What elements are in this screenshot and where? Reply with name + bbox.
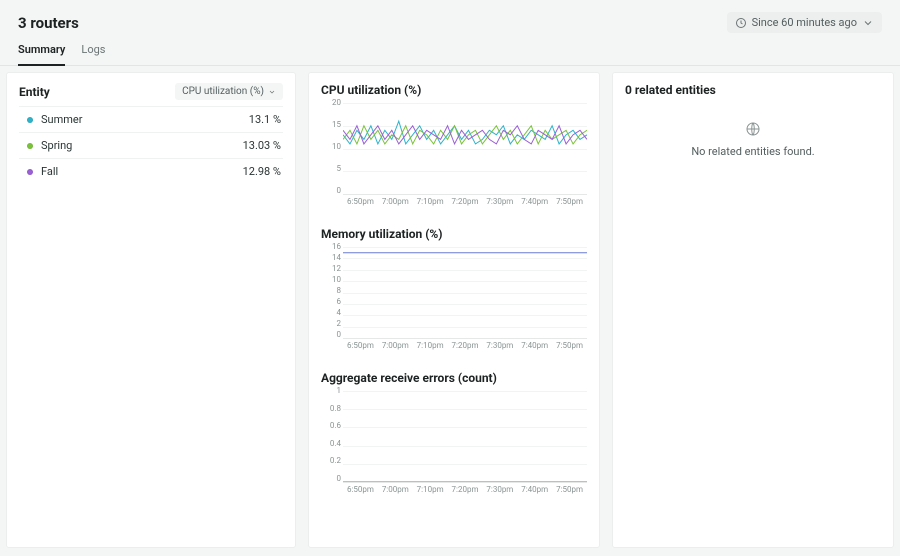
chart-frame: 10.80.60.40.206:50pm7:00pm7:10pm7:20pm7:…: [321, 387, 587, 497]
entity-row[interactable]: Fall12.98 %: [19, 158, 283, 184]
y-tick-label: 0.2: [321, 457, 341, 465]
entity-value: 13.1 %: [249, 113, 281, 126]
x-tick-label: 7:30pm: [482, 485, 517, 494]
y-tick-label: 4: [321, 309, 341, 317]
x-tick-label: 7:10pm: [413, 341, 448, 350]
y-tick-label: 20: [321, 99, 341, 107]
clock-icon: [735, 17, 747, 29]
y-tick-label: 10: [321, 143, 341, 151]
charts-panel: CPU utilization (%)201510506:50pm7:00pm7…: [308, 72, 600, 548]
x-axis-labels: 6:50pm7:00pm7:10pm7:20pm7:30pm7:40pm7:50…: [343, 195, 587, 206]
related-entities-title: 0 related entities: [625, 83, 881, 97]
x-tick-label: 7:50pm: [552, 341, 587, 350]
x-tick-label: 7:00pm: [378, 197, 413, 206]
x-tick-label: 7:20pm: [448, 197, 483, 206]
x-tick-label: 7:50pm: [552, 197, 587, 206]
x-tick-label: 7:20pm: [448, 341, 483, 350]
chart-block: Memory utilization (%) 16 14 12 10 8 6 4 2 06:50p…: [321, 227, 587, 353]
chart-title: Aggregate receive errors (count): [321, 371, 587, 385]
y-tick-label: 0: [321, 475, 341, 483]
y-axis-labels: 1 0.8 0.6 0.4 0.2 0: [321, 387, 341, 483]
x-tick-label: 7:50pm: [552, 485, 587, 494]
y-tick-label: 0: [321, 187, 341, 195]
content-row: Entity CPU utilization (%) Summer13.1 %S…: [0, 66, 900, 554]
related-entities-panel: 0 related entities No related entities f…: [612, 72, 894, 548]
y-axis-labels: 16 14 12 10 8 6 4 2 0: [321, 243, 341, 339]
entity-color-dot: [27, 143, 33, 149]
x-axis-labels: 6:50pm7:00pm7:10pm7:20pm7:30pm7:40pm7:50…: [343, 483, 587, 494]
entity-list: Summer13.1 %Spring13.03 %Fall12.98 %: [19, 106, 283, 184]
related-entities-empty-text: No related entities found.: [691, 145, 814, 158]
x-tick-label: 7:20pm: [448, 485, 483, 494]
series-line: [343, 121, 587, 144]
entity-name: Spring: [41, 139, 243, 152]
y-tick-label: 10: [321, 276, 341, 284]
x-tick-label: 6:50pm: [343, 197, 378, 206]
chart-frame: 201510506:50pm7:00pm7:10pm7:20pm7:30pm7:…: [321, 99, 587, 209]
chart-block: Aggregate receive errors (count) 1 0.8 0.6 0…: [321, 371, 587, 497]
time-range-picker[interactable]: Since 60 minutes ago: [727, 12, 882, 33]
y-tick-label: 0.8: [321, 405, 341, 413]
x-tick-label: 7:30pm: [482, 341, 517, 350]
tab-bar: Summary Logs: [0, 33, 900, 66]
y-tick-label: 14: [321, 254, 341, 262]
chart-block: CPU utilization (%)201510506:50pm7:00pm7…: [321, 83, 587, 209]
entity-panel-head: Entity CPU utilization (%): [19, 83, 283, 100]
x-tick-label: 6:50pm: [343, 485, 378, 494]
chart-svg: [343, 247, 587, 338]
entity-value: 12.98 %: [243, 165, 281, 178]
y-tick-label: 0: [321, 331, 341, 339]
entity-row[interactable]: Spring13.03 %: [19, 132, 283, 158]
metric-select-label: CPU utilization (%): [182, 86, 264, 97]
chart-title: CPU utilization (%): [321, 83, 587, 97]
x-tick-label: 7:30pm: [482, 197, 517, 206]
y-tick-label: 0.6: [321, 422, 341, 430]
x-tick-label: 7:00pm: [378, 485, 413, 494]
y-tick-label: 12: [321, 265, 341, 273]
y-tick-label: 0.4: [321, 440, 341, 448]
plot-area: [343, 391, 587, 483]
y-tick-label: 16: [321, 243, 341, 251]
chart-svg: [343, 391, 587, 482]
y-tick-label: 5: [321, 165, 341, 173]
x-tick-label: 6:50pm: [343, 341, 378, 350]
related-entities-empty: No related entities found.: [625, 121, 881, 158]
x-tick-label: 7:40pm: [517, 485, 552, 494]
plot-area: [343, 103, 587, 195]
page-title: 3 routers: [18, 14, 79, 32]
chart-frame: 16 14 12 10 8 6 4 2 06:50pm7:00pm7:10pm7:20pm7:3…: [321, 243, 587, 353]
x-tick-label: 7:10pm: [413, 485, 448, 494]
chart-title: Memory utilization (%): [321, 227, 587, 241]
y-axis-labels: 20 15 10 5 0: [321, 99, 341, 195]
entity-panel: Entity CPU utilization (%) Summer13.1 %S…: [6, 72, 296, 548]
entity-panel-title: Entity: [19, 85, 50, 99]
entity-color-dot: [27, 169, 33, 175]
x-tick-label: 7:40pm: [517, 197, 552, 206]
x-tick-label: 7:40pm: [517, 341, 552, 350]
chart-svg: [343, 103, 587, 194]
plot-area: [343, 247, 587, 339]
y-tick-label: 2: [321, 320, 341, 328]
y-tick-label: 15: [321, 121, 341, 129]
x-tick-label: 7:10pm: [413, 197, 448, 206]
x-tick-label: 7:00pm: [378, 341, 413, 350]
page-header: 3 routers Since 60 minutes ago: [0, 0, 900, 33]
y-tick-label: 6: [321, 298, 341, 306]
entity-row[interactable]: Summer13.1 %: [19, 106, 283, 132]
tab-summary[interactable]: Summary: [18, 43, 65, 66]
entity-color-dot: [27, 117, 33, 123]
chevron-down-icon: [862, 17, 874, 29]
metric-select[interactable]: CPU utilization (%): [175, 83, 283, 100]
entity-value: 13.03 %: [243, 139, 281, 152]
entity-name: Fall: [41, 165, 243, 178]
globe-icon: [745, 121, 761, 137]
time-range-label: Since 60 minutes ago: [752, 16, 857, 29]
entity-name: Summer: [41, 113, 249, 126]
y-tick-label: 8: [321, 287, 341, 295]
tab-logs[interactable]: Logs: [81, 43, 105, 65]
x-axis-labels: 6:50pm7:00pm7:10pm7:20pm7:30pm7:40pm7:50…: [343, 339, 587, 350]
y-tick-label: 1: [321, 387, 341, 395]
chevron-down-icon: [268, 88, 276, 96]
